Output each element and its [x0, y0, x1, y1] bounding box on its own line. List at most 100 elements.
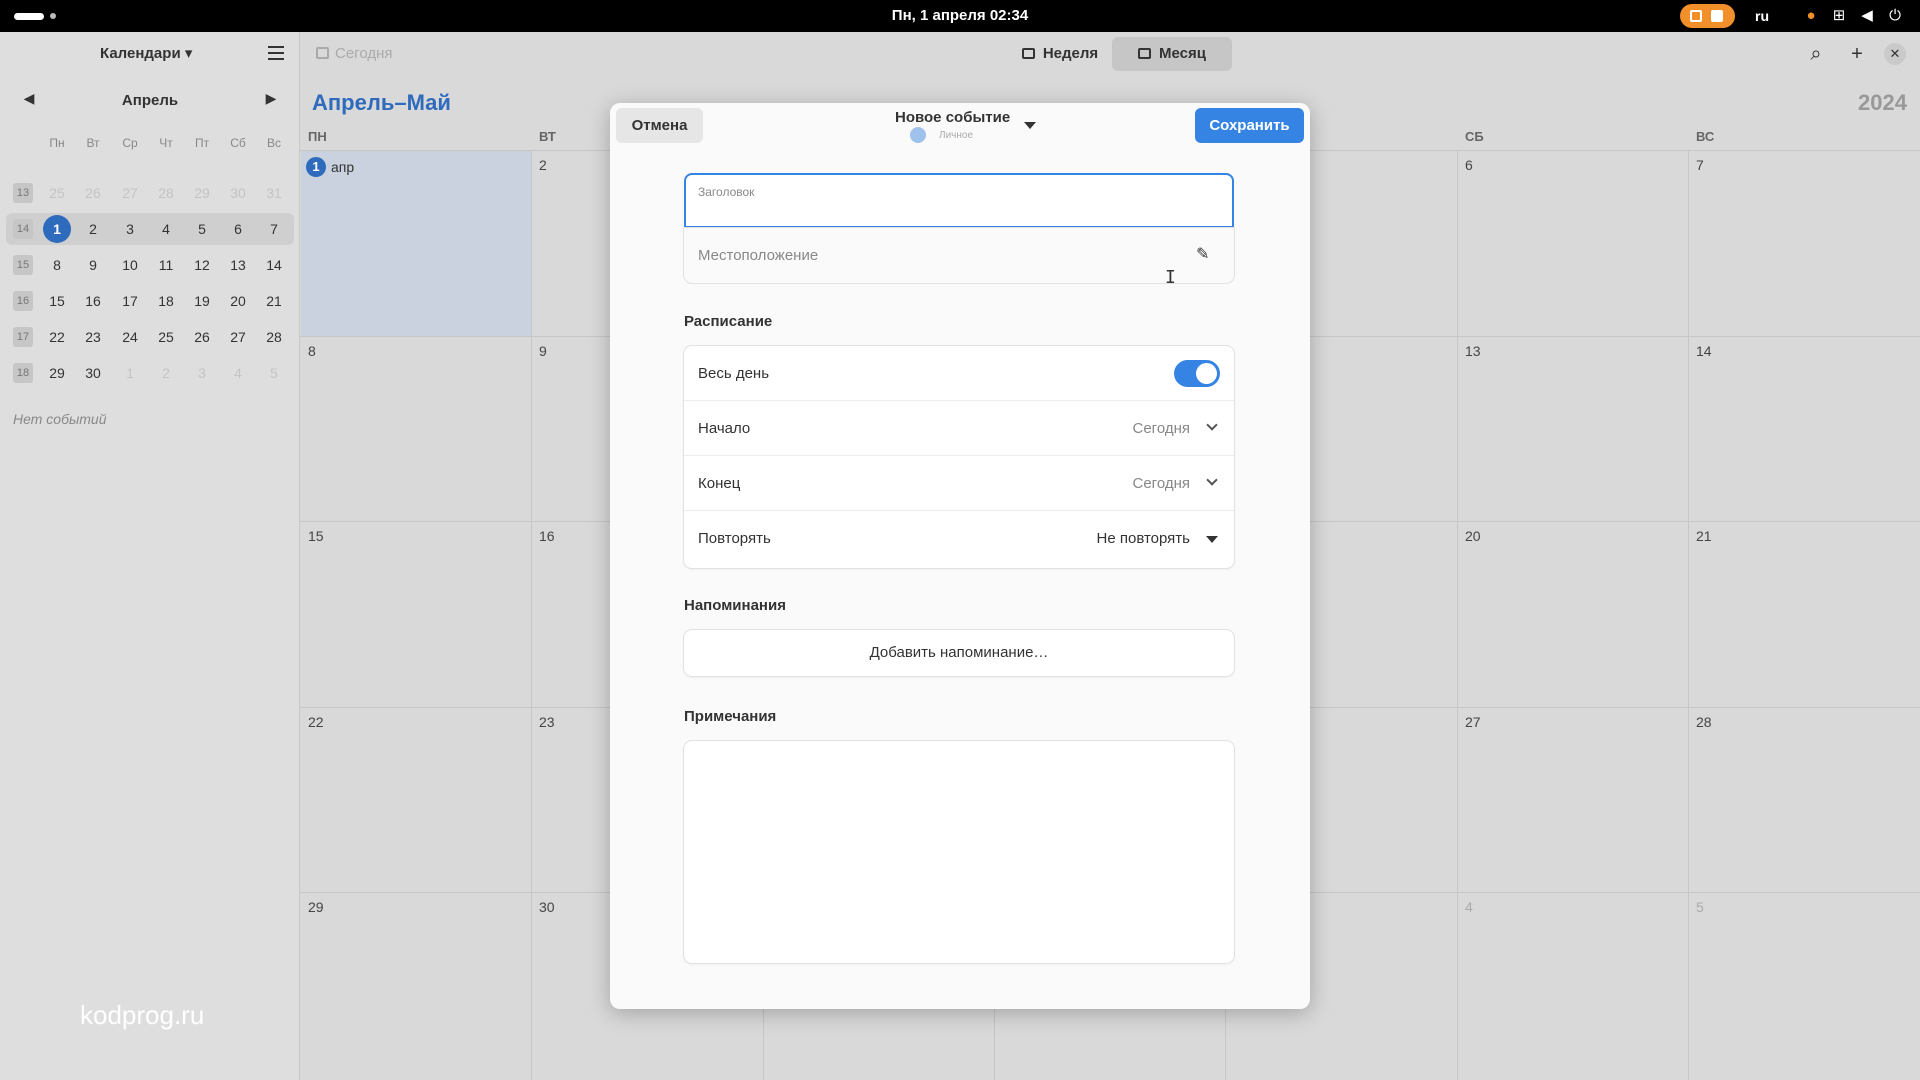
clock[interactable]: Пн, 1 апреля 02:34: [0, 0, 1920, 32]
month-day-number[interactable]: 28: [1696, 714, 1712, 730]
month-day-number[interactable]: 8: [308, 343, 316, 359]
mini-calendar-day[interactable]: 7: [259, 214, 289, 244]
close-icon[interactable]: ✕: [1884, 43, 1906, 65]
calendar-dropdown-icon[interactable]: [1024, 122, 1036, 129]
mini-calendar-day[interactable]: 5: [259, 358, 289, 388]
end-row[interactable]: Конец Сегодня: [684, 456, 1234, 511]
mini-calendar-day[interactable]: 1: [115, 358, 145, 388]
start-row[interactable]: Начало Сегодня: [684, 401, 1234, 456]
mini-calendar-day[interactable]: 19: [187, 286, 217, 316]
month-day-number[interactable]: 22: [308, 714, 324, 730]
add-event-icon[interactable]: +: [1845, 42, 1869, 66]
title-input[interactable]: Заголовок: [684, 173, 1234, 228]
today-cell[interactable]: [301, 151, 531, 336]
add-reminder-button[interactable]: Добавить напоминание…: [684, 630, 1234, 676]
save-button[interactable]: Сохранить: [1195, 108, 1304, 143]
mini-calendar-day[interactable]: 2: [151, 358, 181, 388]
month-day-number[interactable]: 5: [1696, 899, 1704, 915]
mini-calendar-day[interactable]: 9: [78, 250, 108, 280]
month-day-number[interactable]: 21: [1696, 528, 1712, 544]
mini-calendar-day[interactable]: 29: [187, 178, 217, 208]
mini-calendar-day[interactable]: 18: [151, 286, 181, 316]
month-day-number[interactable]: 2: [539, 157, 547, 173]
week-number: 16: [13, 291, 33, 311]
month-day-number[interactable]: 6: [1465, 157, 1473, 173]
year-label: 2024: [1858, 90, 1907, 115]
network-icon[interactable]: ⊞: [1828, 5, 1850, 27]
all-day-row[interactable]: Весь день: [684, 346, 1234, 401]
mini-calendar-day[interactable]: 3: [187, 358, 217, 388]
mini-calendar-day[interactable]: 28: [151, 178, 181, 208]
mini-calendar-day[interactable]: 1: [43, 215, 71, 243]
mini-calendar-day[interactable]: 16: [78, 286, 108, 316]
next-month-icon[interactable]: ▶: [261, 90, 281, 107]
mini-calendar-day[interactable]: 14: [259, 250, 289, 280]
repeat-row[interactable]: Повторять Не повторять: [684, 511, 1234, 566]
mini-calendar-day[interactable]: 13: [223, 250, 253, 280]
power-icon[interactable]: ⏻: [1884, 5, 1906, 27]
mini-calendar-day[interactable]: 31: [259, 178, 289, 208]
month-day-number[interactable]: 4: [1465, 899, 1473, 915]
screen-recording-indicator[interactable]: [1680, 4, 1735, 28]
month-day-number[interactable]: 15: [308, 528, 324, 544]
edit-pencil-icon[interactable]: ✎: [1196, 244, 1209, 264]
mini-calendar-day[interactable]: 22: [42, 322, 72, 352]
reminders-section-label: Напоминания: [684, 597, 786, 614]
mini-calendar-day[interactable]: 15: [42, 286, 72, 316]
all-day-toggle[interactable]: [1174, 360, 1220, 387]
today-button[interactable]: Сегодня: [316, 45, 393, 62]
mini-calendar-day[interactable]: 10: [115, 250, 145, 280]
calendars-menu-button[interactable]: Календари ▾: [100, 44, 192, 62]
keyboard-layout[interactable]: ru: [1755, 0, 1769, 32]
stop-icon: [1711, 10, 1723, 22]
location-input[interactable]: Местоположение ✎: [684, 228, 1234, 283]
month-day-number[interactable]: 7: [1696, 157, 1704, 173]
hamburger-menu-icon[interactable]: [268, 46, 284, 60]
notes-textarea[interactable]: [684, 741, 1234, 963]
mini-calendar-day[interactable]: 23: [78, 322, 108, 352]
month-day-number[interactable]: 16: [539, 528, 555, 544]
cancel-button[interactable]: Отмена: [616, 108, 703, 143]
mini-calendar-day[interactable]: 6: [223, 214, 253, 244]
mini-calendar-day[interactable]: 8: [42, 250, 72, 280]
volume-icon[interactable]: ◀: [1856, 5, 1878, 27]
mini-calendar-day[interactable]: 3: [115, 214, 145, 244]
month-day-number[interactable]: 13: [1465, 343, 1481, 359]
title-placeholder: Заголовок: [698, 185, 755, 199]
month-day-number[interactable]: 30: [539, 899, 555, 915]
mini-calendar-day[interactable]: 20: [223, 286, 253, 316]
reminders-card: Добавить напоминание…: [684, 630, 1234, 676]
mini-calendar-day[interactable]: 2: [78, 214, 108, 244]
mini-calendar-day[interactable]: 27: [115, 178, 145, 208]
mini-calendar-day[interactable]: 26: [78, 178, 108, 208]
mini-calendar-day[interactable]: 12: [187, 250, 217, 280]
mini-calendar-day[interactable]: 21: [259, 286, 289, 316]
month-day-number[interactable]: 9: [539, 343, 547, 359]
search-icon[interactable]: ⌕: [1804, 42, 1828, 66]
month-day-number[interactable]: 14: [1696, 343, 1712, 359]
mini-calendar-day[interactable]: 17: [115, 286, 145, 316]
mini-calendar-day[interactable]: 24: [115, 322, 145, 352]
microphone-icon[interactable]: ●: [1800, 5, 1822, 27]
mini-calendar-day[interactable]: 30: [78, 358, 108, 388]
month-day-number[interactable]: 27: [1465, 714, 1481, 730]
mini-calendar-day[interactable]: 25: [42, 178, 72, 208]
month-day-number[interactable]: 29: [308, 899, 324, 915]
month-day-number[interactable]: 20: [1465, 528, 1481, 544]
mini-calendar-day[interactable]: 4: [151, 214, 181, 244]
mini-calendar-day[interactable]: 29: [42, 358, 72, 388]
mini-calendar-day[interactable]: 25: [151, 322, 181, 352]
mini-calendar-day[interactable]: 26: [187, 322, 217, 352]
month-view-button[interactable]: Месяц: [1112, 37, 1232, 71]
week-number: 17: [13, 327, 33, 347]
week-view-button[interactable]: Неделя: [1000, 37, 1120, 71]
mini-calendar-day[interactable]: 4: [223, 358, 253, 388]
mini-calendar-day[interactable]: 5: [187, 214, 217, 244]
mini-calendar-day[interactable]: 30: [223, 178, 253, 208]
mini-calendar-day[interactable]: 28: [259, 322, 289, 352]
grid-column-divider: [1688, 150, 1689, 1080]
new-event-dialog: Отмена Новое событие Личное Сохранить За…: [610, 103, 1310, 1009]
mini-calendar-day[interactable]: 11: [151, 250, 181, 280]
mini-calendar-day[interactable]: 27: [223, 322, 253, 352]
month-day-number[interactable]: 23: [539, 714, 555, 730]
